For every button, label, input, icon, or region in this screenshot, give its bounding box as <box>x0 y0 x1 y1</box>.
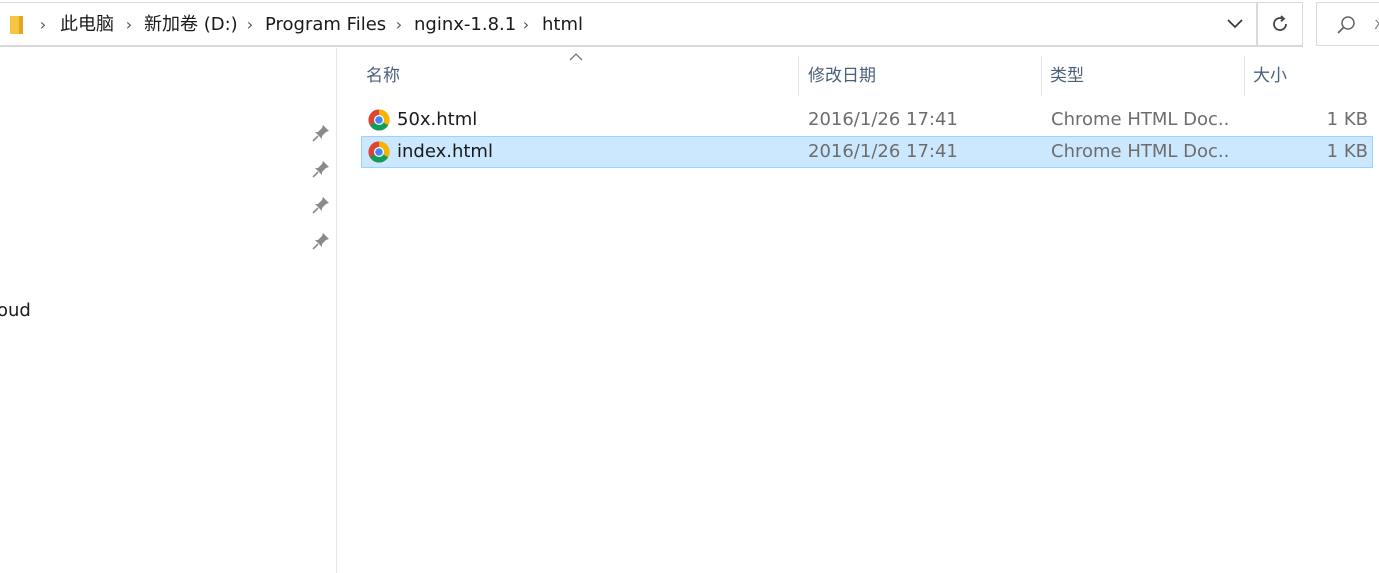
breadcrumb[interactable]: › 此电脑 › 新加卷 (D:) › Program Files › nginx… <box>0 2 1257 46</box>
navigation-pane: oud <box>0 48 337 573</box>
file-size: 1 KB <box>1326 141 1368 162</box>
breadcrumb-html[interactable]: html <box>542 3 583 47</box>
column-divider[interactable] <box>1244 56 1245 96</box>
file-row[interactable]: 50x.html 2016/1/26 17:41 Chrome HTML Doc… <box>361 104 1373 136</box>
breadcrumb-drive-d[interactable]: 新加卷 (D:) <box>144 3 238 47</box>
nav-item-cloud[interactable]: oud <box>0 300 31 321</box>
breadcrumb-program-files[interactable]: Program Files <box>265 3 386 47</box>
chevron-right-icon[interactable]: › <box>243 3 257 47</box>
column-divider[interactable] <box>798 56 799 96</box>
sort-ascending-icon <box>569 53 583 61</box>
breadcrumb-this-pc[interactable]: 此电脑 <box>60 3 114 47</box>
file-name[interactable]: index.html <box>397 137 493 167</box>
file-type: Chrome HTML Doc... <box>1051 109 1231 130</box>
file-size: 1 KB <box>1326 109 1368 130</box>
search-placeholder: ж <box>1374 3 1379 45</box>
chevron-right-icon[interactable]: › <box>392 3 406 47</box>
column-divider[interactable] <box>1041 56 1042 96</box>
folder-icon <box>10 16 23 34</box>
pin-icon[interactable] <box>312 232 330 250</box>
column-header-size[interactable]: 大小 <box>1253 56 1287 96</box>
address-history-dropdown-button[interactable] <box>1214 2 1256 46</box>
file-list-pane: 名称 修改日期 类型 大小 50x.html 2016/1/26 17:41 C… <box>338 48 1379 573</box>
file-row-selected[interactable]: index.html 2016/1/26 17:41 Chrome HTML D… <box>361 136 1373 168</box>
search-input[interactable]: ж <box>1316 2 1379 46</box>
file-date-modified: 2016/1/26 17:41 <box>808 141 958 162</box>
chevron-right-icon[interactable]: › <box>36 3 50 47</box>
pin-icon[interactable] <box>312 160 330 178</box>
chevron-down-icon <box>1227 19 1243 29</box>
file-name[interactable]: 50x.html <box>397 105 477 135</box>
pin-icon[interactable] <box>312 124 330 142</box>
column-header-date-modified[interactable]: 修改日期 <box>808 56 876 96</box>
chrome-icon <box>368 141 390 163</box>
file-type: Chrome HTML Doc... <box>1051 141 1231 162</box>
column-header-name[interactable]: 名称 <box>366 56 400 96</box>
refresh-button[interactable] <box>1257 2 1303 46</box>
chevron-right-icon[interactable]: › <box>122 3 136 47</box>
chrome-icon <box>368 109 390 131</box>
refresh-icon <box>1273 15 1287 31</box>
chevron-right-icon[interactable]: › <box>519 3 533 47</box>
column-header-type[interactable]: 类型 <box>1050 56 1084 96</box>
file-date-modified: 2016/1/26 17:41 <box>808 109 958 130</box>
pin-icon[interactable] <box>312 196 330 214</box>
breadcrumb-nginx[interactable]: nginx-1.8.1 <box>414 3 516 47</box>
address-bar: › 此电脑 › 新加卷 (D:) › Program Files › nginx… <box>0 0 1303 47</box>
search-icon <box>1337 16 1355 34</box>
